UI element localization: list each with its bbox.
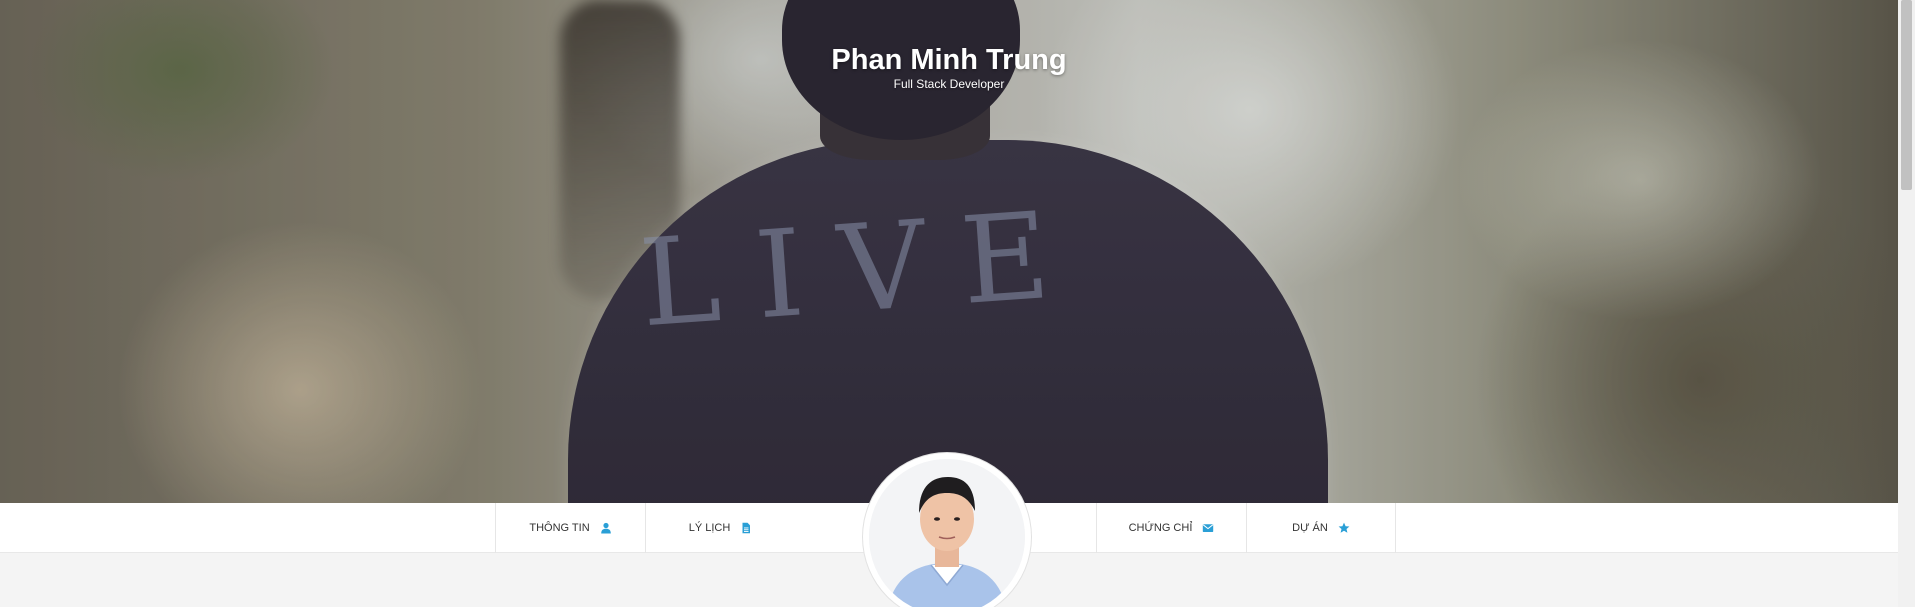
hero-subtitle: Full Stack Developer — [893, 77, 1005, 91]
profile-photo-image — [869, 459, 1025, 607]
scrollbar-thumb[interactable] — [1901, 0, 1912, 190]
nav-item-chung-chi[interactable]: CHỨNG CHỈ — [1096, 503, 1246, 553]
star-icon — [1338, 522, 1350, 533]
hero-title: Phan Minh Trung — [831, 44, 1067, 76]
hero-banner: LIVE Phan Minh Trung Full Stack Develope… — [0, 0, 1898, 503]
nav-item-ly-lich[interactable]: LÝ LỊCH — [645, 503, 795, 553]
file-icon — [742, 522, 751, 534]
avatar[interactable] — [863, 453, 1031, 607]
nav-item-label: CHỨNG CHỈ — [1128, 522, 1193, 534]
nav-item-du-an[interactable]: DỰ ÁN — [1246, 503, 1396, 553]
nav-item-thong-tin[interactable]: THÔNG TIN — [495, 503, 645, 553]
user-icon — [600, 522, 611, 534]
page: LIVE Phan Minh Trung Full Stack Develope… — [0, 0, 1915, 607]
nav-item-label: THÔNG TIN — [529, 522, 590, 534]
envelope-icon — [1203, 524, 1214, 532]
nav-item-label: DỰ ÁN — [1292, 522, 1328, 534]
profile-photo — [869, 459, 1025, 607]
nav-item-label: LÝ LỊCH — [688, 522, 731, 534]
page-scrollbar[interactable] — [1898, 0, 1915, 607]
